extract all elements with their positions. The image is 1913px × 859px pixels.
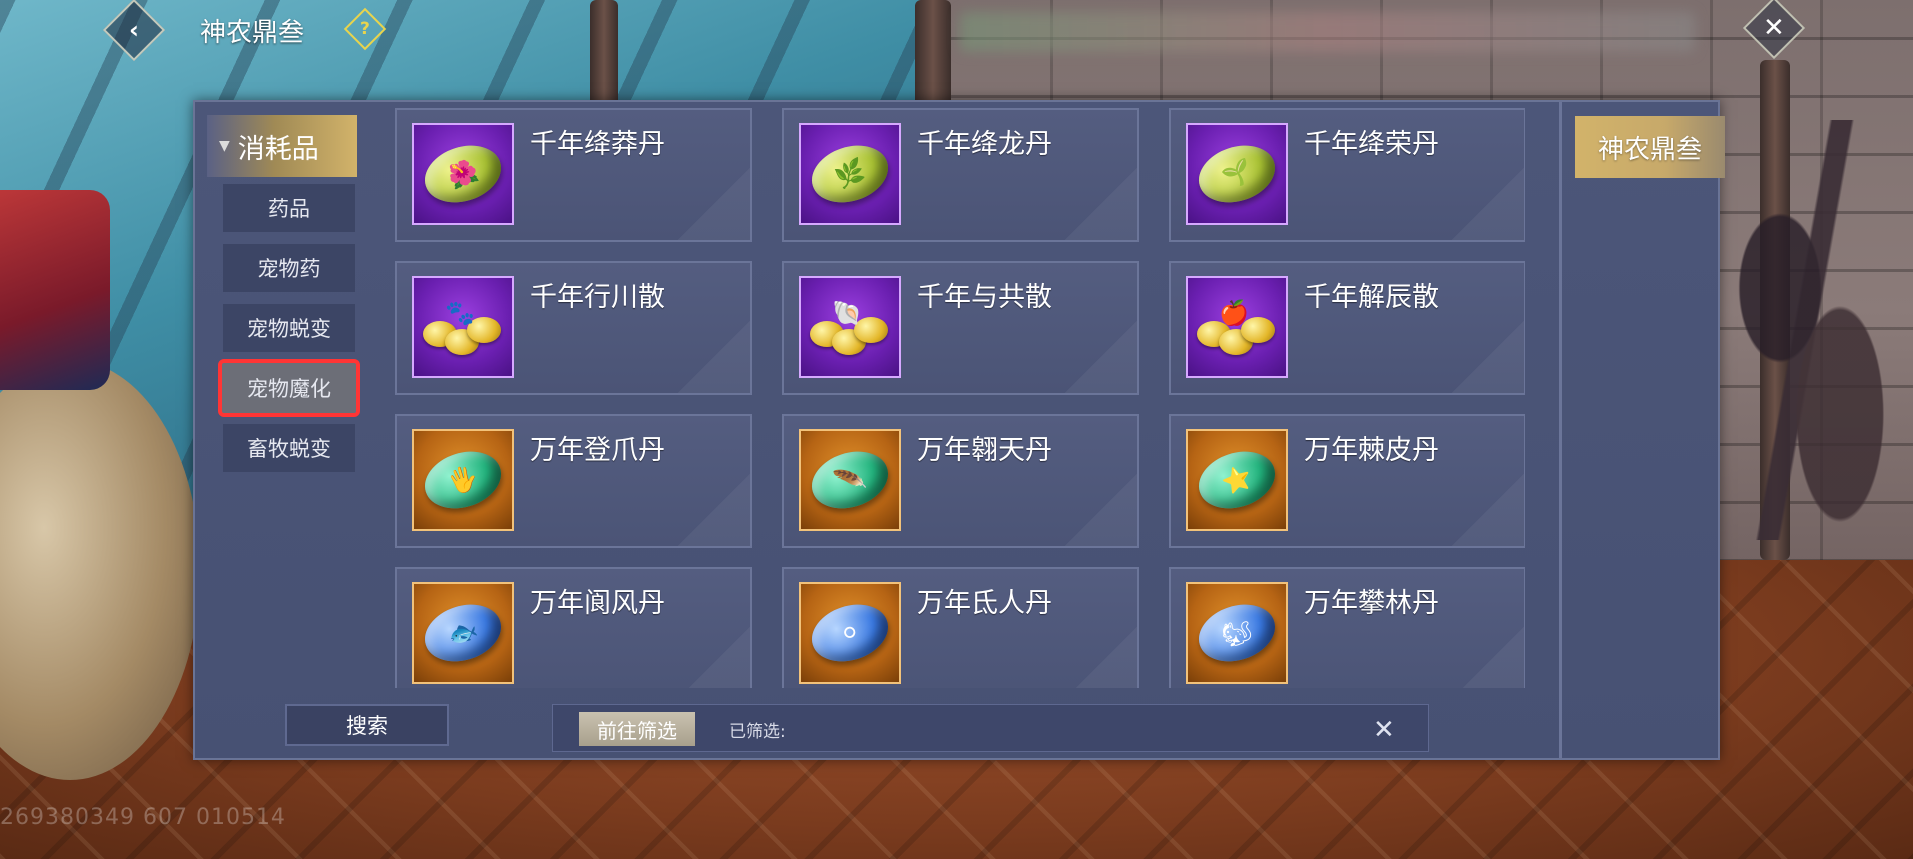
goto-filter-button[interactable]: 前往筛选 <box>579 712 695 746</box>
close-icon: ✕ <box>1763 12 1785 43</box>
teal-pill-icon: ⭐ <box>1191 442 1283 518</box>
item-grid: 🌺 千年绛莽丹 🌿 千年绛龙丹 🌱 千年绛荣丹 🐾 千年行川散 🐚 千年与共散 🍎 千年解辰散 🖐 万年登… <box>395 108 1525 688</box>
inventory-panel: ▼ 消耗品 药品 宠物药 宠物蜕变 宠物魔化 畜牧蜕变 🌺 千年绛莽丹 🌿 千年绛龙丹… <box>193 100 1725 760</box>
item-card[interactable]: 🐾 千年行川散 <box>395 261 752 395</box>
item-name: 万年棘皮丹 <box>1304 435 1439 466</box>
item-card[interactable]: 🌱 千年绛荣丹 <box>1169 108 1525 242</box>
category-item-label: 药品 <box>268 197 310 221</box>
category-item-label: 宠物蜕变 <box>247 317 331 341</box>
item-card[interactable]: 🖐 万年登爪丹 <box>395 414 752 548</box>
blue-pill-icon: 🐟 <box>417 595 509 671</box>
green-pill-icon: 🌿 <box>804 136 896 212</box>
question-mark-icon: ? <box>360 19 370 39</box>
item-thumbnail: ⚪ <box>799 582 901 684</box>
category-header-consumables[interactable]: ▼ 消耗品 <box>207 115 357 177</box>
item-thumbnail: 🌺 <box>412 123 514 225</box>
category-item-label: 宠物药 <box>257 257 321 281</box>
item-thumbnail: 🌿 <box>799 123 901 225</box>
goto-filter-label: 前往筛选 <box>597 718 677 743</box>
green-pill-icon: 🌺 <box>417 136 509 212</box>
item-thumbnail: 🐟 <box>412 582 514 684</box>
item-thumbnail: 🪶 <box>799 429 901 531</box>
gold-coins-icon: 🍎 <box>1197 299 1277 355</box>
item-thumbnail: 🌱 <box>1186 123 1288 225</box>
green-pill-icon: 🌱 <box>1191 136 1283 212</box>
item-card[interactable]: 🐿 万年攀林丹 <box>1169 567 1525 688</box>
item-name: 千年绛龙丹 <box>917 129 1052 160</box>
chevron-down-icon: ▼ <box>219 138 230 154</box>
item-name: 千年与共散 <box>917 282 1052 313</box>
item-card[interactable]: ⭐ 万年棘皮丹 <box>1169 414 1525 548</box>
item-card[interactable]: 🌿 千年绛龙丹 <box>782 108 1139 242</box>
top-bar: ‹ 神农鼎叁 ? ✕ <box>0 0 1913 62</box>
search-button[interactable]: 搜索 <box>285 704 449 746</box>
item-thumbnail: 🐚 <box>799 276 901 378</box>
blue-pill-icon: ⚪ <box>804 595 896 671</box>
clear-filter-icon[interactable]: ✕ <box>1373 715 1395 745</box>
category-item-pet-transform[interactable]: 宠物蜕变 <box>223 304 355 352</box>
item-card[interactable]: 🌺 千年绛莽丹 <box>395 108 752 242</box>
item-name: 万年阆风丹 <box>530 588 665 619</box>
item-card[interactable]: ⚪ 万年氐人丹 <box>782 567 1139 688</box>
item-thumbnail: 🍎 <box>1186 276 1288 378</box>
close-button[interactable]: ✕ <box>1742 0 1806 60</box>
item-name: 千年解辰散 <box>1304 282 1439 313</box>
category-item-label: 宠物魔化 <box>247 377 331 401</box>
blue-pill-icon: 🐿 <box>1191 595 1283 671</box>
item-name: 万年攀林丹 <box>1304 588 1439 619</box>
item-thumbnail: ⭐ <box>1186 429 1288 531</box>
gold-coins-icon: 🐾 <box>423 299 503 355</box>
item-card[interactable]: 🐟 万年阆风丹 <box>395 567 752 688</box>
column-divider <box>1559 102 1562 758</box>
filtered-label: 已筛选: <box>729 722 786 742</box>
item-name: 千年行川散 <box>530 282 665 313</box>
category-header-label: 消耗品 <box>237 133 319 165</box>
shennong-tab[interactable]: 神农鼎叁 <box>1575 116 1725 178</box>
category-item-pet-demonize[interactable]: 宠物魔化 <box>218 359 360 417</box>
item-thumbnail: 🐿 <box>1186 582 1288 684</box>
back-arrow-icon: ‹ <box>129 15 139 44</box>
filter-bar: 前往筛选 已筛选: ✕ <box>552 704 1429 752</box>
back-button[interactable]: ‹ <box>102 0 166 62</box>
item-card[interactable]: 🍎 千年解辰散 <box>1169 261 1525 395</box>
window-title: 神农鼎叁 <box>200 18 305 48</box>
item-name: 千年绛莽丹 <box>530 129 665 160</box>
teal-pill-icon: 🪶 <box>804 442 896 518</box>
watermark: 269380349 607 010514 <box>0 805 286 830</box>
decor-tree <box>1720 120 1913 540</box>
item-thumbnail: 🐾 <box>412 276 514 378</box>
item-name: 万年翱天丹 <box>917 435 1052 466</box>
item-name: 万年登爪丹 <box>530 435 665 466</box>
item-name: 千年绛荣丹 <box>1304 129 1439 160</box>
shennong-tab-label: 神农鼎叁 <box>1597 134 1702 165</box>
item-card[interactable]: 🪶 万年翱天丹 <box>782 414 1139 548</box>
item-card[interactable]: 🐚 千年与共散 <box>782 261 1139 395</box>
category-item-pet-medicine[interactable]: 宠物药 <box>223 244 355 292</box>
gold-coins-icon: 🐚 <box>810 299 890 355</box>
category-item-label: 畜牧蜕变 <box>247 437 331 461</box>
help-button[interactable]: ? <box>343 7 387 51</box>
item-name: 万年氐人丹 <box>917 588 1052 619</box>
category-item-medicine[interactable]: 药品 <box>223 184 355 232</box>
red-cloth <box>0 190 110 390</box>
category-item-livestock-transform[interactable]: 畜牧蜕变 <box>223 424 355 472</box>
item-thumbnail: 🖐 <box>412 429 514 531</box>
search-button-label: 搜索 <box>346 714 388 738</box>
teal-pill-icon: 🖐 <box>417 442 509 518</box>
